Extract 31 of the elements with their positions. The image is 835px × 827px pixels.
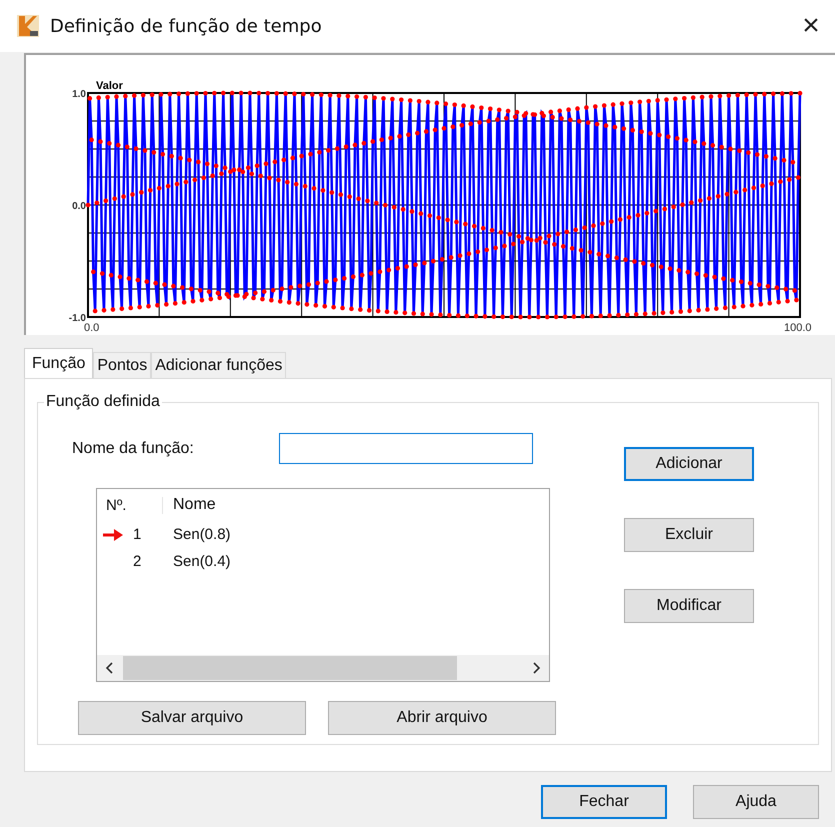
close-button[interactable]: ×	[791, 6, 831, 46]
window-title: Definição de função de tempo	[50, 16, 322, 36]
axis-tick-label: 0.0	[72, 201, 86, 212]
tab[interactable]: Adicionar funções	[151, 352, 286, 378]
action-button[interactable]: Modificar	[624, 589, 754, 623]
horizontal-scrollbar[interactable]	[97, 655, 549, 681]
axis-tick-label: 1.0	[72, 89, 86, 100]
dialog-button[interactable]: Ajuda	[693, 785, 819, 819]
scroll-left-icon[interactable]	[105, 662, 115, 674]
action-button[interactable]: Excluir	[624, 518, 754, 552]
action-button[interactable]: Adicionar	[624, 447, 754, 481]
field-label: Nome da função:	[72, 440, 195, 458]
axis-tick-label: 100.0	[784, 322, 812, 334]
list-cell: Sen(0.8)	[173, 526, 231, 543]
dialog-button[interactable]: Fechar	[541, 785, 667, 819]
list-cell-text: 2	[133, 553, 142, 570]
app-icon	[16, 14, 40, 38]
list-cell: Sen(0.4)	[173, 553, 231, 570]
column-header[interactable]: Nº.	[97, 496, 163, 514]
tab[interactable]: Pontos	[93, 352, 152, 378]
axis-label: Valor	[96, 80, 123, 92]
axis-tick-label: 0.0	[84, 322, 100, 334]
tab[interactable]: Função	[24, 348, 94, 378]
column-header[interactable]: Nome	[163, 496, 216, 514]
axis-tick-label: -1.0	[68, 313, 86, 324]
list-cell-text: 1	[133, 526, 142, 543]
group-title: Função definida	[45, 393, 161, 411]
file-button[interactable]: Salvar arquivo	[78, 701, 306, 735]
scroll-right-icon[interactable]	[531, 662, 541, 674]
file-button[interactable]: Abrir arquivo	[328, 701, 556, 735]
name-field[interactable]	[279, 433, 533, 464]
